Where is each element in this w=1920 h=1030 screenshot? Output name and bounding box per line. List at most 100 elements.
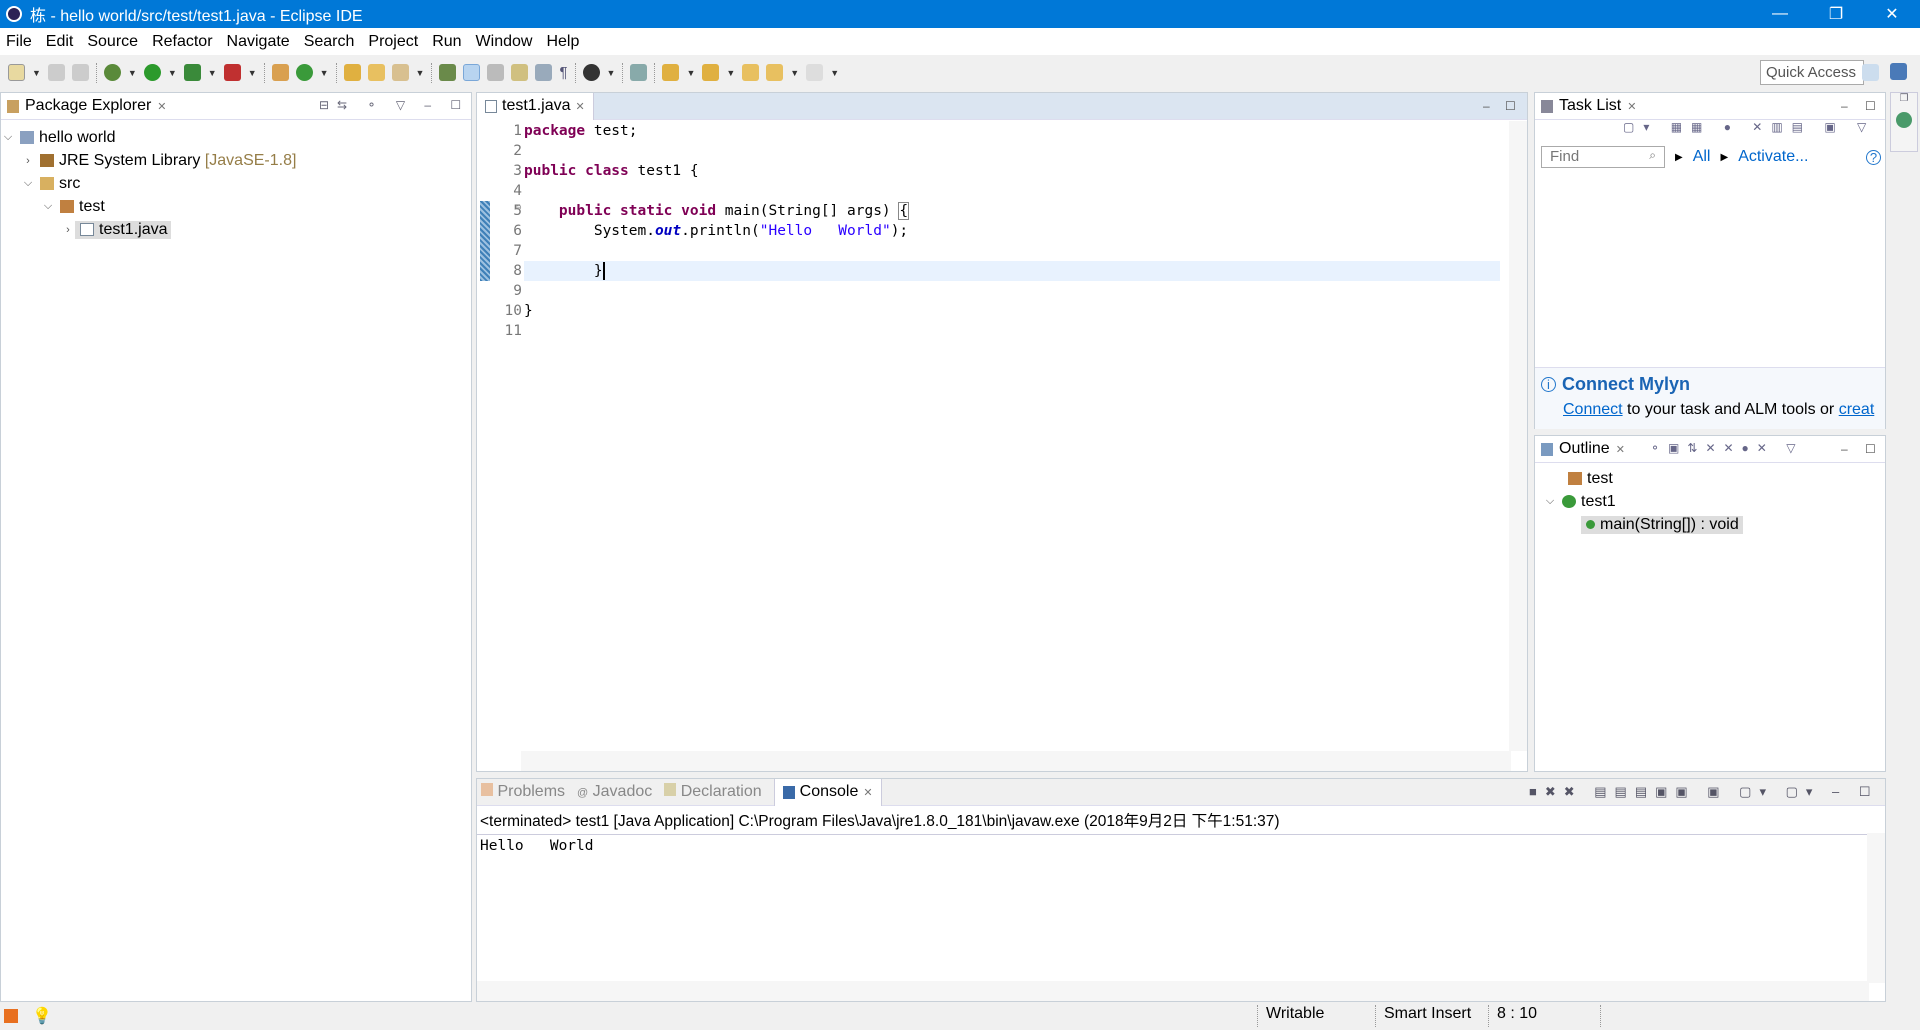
restore-icon[interactable]: ❐ bbox=[1891, 93, 1917, 104]
menu-project[interactable]: Project bbox=[368, 33, 418, 51]
console-vertical-scrollbar[interactable] bbox=[1867, 833, 1885, 983]
next-annotation-icon[interactable] bbox=[662, 64, 680, 81]
lightbulb-icon[interactable]: 💡 bbox=[32, 1006, 52, 1026]
external-tools-icon[interactable] bbox=[223, 64, 241, 81]
coverage-icon[interactable] bbox=[183, 64, 201, 81]
chevron-down-icon[interactable]: ⌵ bbox=[41, 200, 55, 213]
menu-navigate[interactable]: Navigate bbox=[227, 33, 290, 51]
console-toolbar[interactable]: ■✖✖ ▤▤▤▣▣ ▣ ▢▾ ▢▾ – ☐ bbox=[1529, 784, 1879, 800]
menu-edit[interactable]: Edit bbox=[46, 33, 74, 51]
tree-item-package[interactable]: ⌵ test bbox=[1, 195, 471, 218]
tab-javadoc[interactable]: @ Javadoc bbox=[577, 783, 652, 801]
tab-test1-java[interactable]: test1.java ✕ bbox=[477, 92, 594, 120]
save-icon[interactable] bbox=[47, 64, 65, 81]
search-tool-icon[interactable] bbox=[391, 64, 409, 81]
minimize-icon[interactable]: – bbox=[1841, 99, 1848, 113]
connect-link[interactable]: Connect bbox=[1563, 401, 1623, 418]
maximize-icon[interactable]: ☐ bbox=[1505, 99, 1516, 113]
paragraph-icon[interactable]: ¶ bbox=[559, 64, 567, 81]
open-type-icon[interactable] bbox=[343, 64, 361, 81]
open-folder-icon[interactable] bbox=[367, 64, 385, 81]
menu-help[interactable]: Help bbox=[546, 33, 579, 51]
menu-window[interactable]: Window bbox=[476, 33, 533, 51]
create-link[interactable]: creat bbox=[1839, 401, 1875, 418]
outline-title[interactable]: Outline bbox=[1559, 440, 1610, 458]
mark-occurrences-icon[interactable] bbox=[463, 64, 481, 81]
minimize-icon[interactable]: – bbox=[1841, 442, 1848, 456]
chevron-down-icon[interactable]: ⌵ bbox=[1543, 495, 1557, 508]
tab-declaration[interactable]: Declaration bbox=[664, 783, 762, 801]
rss-icon[interactable] bbox=[4, 1009, 18, 1023]
tree-item-jre[interactable]: › JRE System Library [JavaSE-1.8] bbox=[1, 149, 471, 172]
toggle-breadcrumb-icon[interactable] bbox=[511, 64, 529, 81]
java-perspective-icon[interactable] bbox=[1890, 63, 1907, 80]
debug-icon[interactable] bbox=[103, 64, 121, 81]
info-icon: i bbox=[1541, 377, 1556, 392]
activate-link[interactable]: Activate... bbox=[1738, 148, 1808, 166]
line-number: 10 bbox=[504, 303, 522, 319]
view-toolbar[interactable]: ⊟⇆ ⚬ ▽ – ☐ bbox=[319, 98, 469, 112]
menu-refactor[interactable]: Refactor bbox=[152, 33, 212, 51]
new-icon[interactable] bbox=[8, 64, 25, 81]
quick-access-input[interactable]: Quick Access bbox=[1760, 60, 1864, 85]
open-perspective-icon[interactable] bbox=[1862, 64, 1879, 81]
package-explorer-title[interactable]: Package Explorer bbox=[25, 97, 151, 115]
line-number: 7 bbox=[513, 243, 522, 259]
restore-button[interactable]: ❐ bbox=[1808, 0, 1864, 28]
forward-icon[interactable] bbox=[806, 64, 824, 81]
task-list-minimized-icon[interactable] bbox=[1896, 112, 1912, 128]
console-output[interactable]: Hello World bbox=[477, 835, 1885, 857]
close-icon[interactable]: ✕ bbox=[1616, 443, 1625, 456]
tab-console[interactable]: Console ✕ bbox=[773, 778, 882, 806]
new-java-package-icon[interactable] bbox=[271, 64, 289, 81]
code-editor[interactable]: 1 2 3 4 5 6 7 8 9 10 11 package test; public class… bbox=[480, 121, 1500, 741]
outline-item-class[interactable]: ⌵ test1 bbox=[1535, 490, 1885, 513]
task-list-title[interactable]: Task List bbox=[1559, 97, 1621, 115]
back-icon[interactable] bbox=[766, 64, 784, 81]
pin-icon[interactable] bbox=[630, 64, 648, 81]
show-whitespace-icon[interactable] bbox=[535, 64, 553, 81]
outline-item-package[interactable]: test bbox=[1535, 467, 1885, 490]
help-icon[interactable]: ? bbox=[1866, 149, 1881, 165]
vertical-scrollbar[interactable] bbox=[1509, 121, 1527, 751]
previous-annotation-icon[interactable] bbox=[702, 64, 720, 81]
menu-source[interactable]: Source bbox=[87, 33, 138, 51]
outline-toolbar[interactable]: ⚬▣⇅✕✕●✕ ▽ bbox=[1650, 441, 1803, 455]
console-horizontal-scrollbar[interactable] bbox=[477, 981, 1869, 1001]
maximize-icon[interactable]: ☐ bbox=[1865, 99, 1876, 113]
chevron-down-icon[interactable]: ⌵ bbox=[1, 131, 15, 144]
find-input[interactable]: Find ⌕ bbox=[1541, 146, 1665, 168]
task-list-toolbar[interactable]: ▢▾ ▦▦ ● ✕▥▤ ▣ ▽ bbox=[1535, 120, 1885, 146]
block-selection-icon[interactable] bbox=[487, 64, 505, 81]
menu-search[interactable]: Search bbox=[304, 33, 355, 51]
tree-item-project[interactable]: ⌵ hello world bbox=[1, 126, 471, 149]
close-icon[interactable]: ✕ bbox=[157, 100, 166, 113]
minimize-icon[interactable]: – bbox=[1483, 99, 1490, 113]
problems-icon bbox=[481, 783, 493, 796]
close-icon[interactable]: ✕ bbox=[1627, 100, 1636, 113]
menu-run[interactable]: Run bbox=[432, 33, 461, 51]
chevron-right-icon[interactable]: › bbox=[21, 155, 35, 167]
close-icon[interactable]: ✕ bbox=[863, 786, 872, 799]
last-edit-icon[interactable] bbox=[742, 64, 760, 81]
fold-icon[interactable]: ⊖ bbox=[516, 203, 521, 213]
maximize-icon[interactable]: ☐ bbox=[1865, 442, 1876, 456]
close-icon[interactable]: ✕ bbox=[575, 100, 584, 113]
save-all-icon[interactable] bbox=[71, 64, 89, 81]
close-button[interactable]: ✕ bbox=[1864, 0, 1920, 28]
perspective-icon[interactable] bbox=[582, 64, 600, 81]
tree-item-src[interactable]: ⌵ src bbox=[1, 172, 471, 195]
horizontal-scrollbar[interactable] bbox=[521, 751, 1511, 771]
chevron-right-icon[interactable]: › bbox=[61, 224, 75, 236]
annotation-icon[interactable] bbox=[439, 64, 457, 81]
menu-file[interactable]: File bbox=[6, 33, 32, 51]
new-class-icon[interactable] bbox=[295, 64, 313, 81]
outline-item-method[interactable]: main(String[]) : void bbox=[1535, 513, 1885, 536]
tab-problems[interactable]: Problems bbox=[481, 783, 565, 801]
minimize-button[interactable]: — bbox=[1752, 0, 1808, 28]
dropdown-icon[interactable]: ▼ bbox=[32, 68, 41, 78]
tree-item-file[interactable]: › test1.java bbox=[1, 218, 471, 241]
chevron-down-icon[interactable]: ⌵ bbox=[21, 177, 35, 190]
all-link[interactable]: All bbox=[1693, 148, 1711, 166]
run-icon[interactable] bbox=[143, 64, 161, 81]
